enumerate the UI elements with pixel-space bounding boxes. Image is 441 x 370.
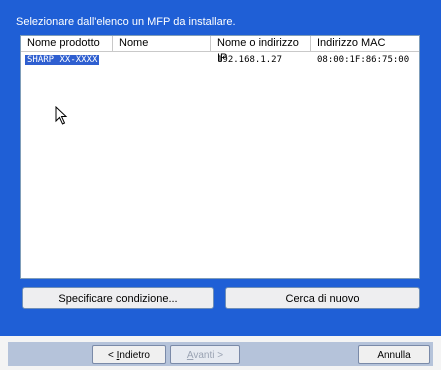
list-header: Nome prodotto Nome Nome o indirizzo IP I…	[21, 36, 419, 64]
cell-mac: 08:00:1F:86:75:00	[317, 55, 410, 65]
mouse-pointer-icon	[55, 106, 68, 125]
search-again-button[interactable]: Cerca di nuovo	[225, 287, 420, 309]
next-label: vanti	[193, 350, 215, 361]
back-prefix: <	[108, 350, 117, 361]
wizard-footer: < Indietro Avanti > Annulla	[0, 336, 441, 370]
selected-product-name[interactable]: SHARP XX-XXXX	[25, 55, 100, 65]
back-label: ndietro	[119, 350, 150, 361]
next-suffix: >	[214, 350, 224, 361]
next-button[interactable]: Avanti >	[170, 345, 240, 364]
column-header-name[interactable]: Nome	[113, 36, 211, 51]
table-row[interactable]: SHARP XX-XXXX 192.168.1.27 08:00:1F:86:7…	[21, 53, 419, 67]
cell-product: SHARP XX-XXXX	[25, 53, 100, 67]
column-header-ip[interactable]: Nome o indirizzo IP	[211, 36, 311, 64]
instruction-text: Selezionare dall'elenco un MFP da instal…	[16, 16, 236, 28]
specify-condition-button[interactable]: Specificare condizione...	[22, 287, 214, 309]
wizard-panel: Selezionare dall'elenco un MFP da instal…	[0, 0, 441, 336]
column-header-product[interactable]: Nome prodotto	[21, 36, 113, 51]
mfp-list[interactable]: Nome prodotto Nome Nome o indirizzo IP I…	[20, 35, 420, 279]
column-header-mac[interactable]: Indirizzo MAC	[311, 36, 419, 51]
cancel-button[interactable]: Annulla	[358, 345, 430, 364]
cell-ip: 192.168.1.27	[217, 55, 283, 65]
back-button[interactable]: < Indietro	[92, 345, 166, 364]
button-strip: < Indietro Avanti > Annulla	[8, 342, 433, 366]
